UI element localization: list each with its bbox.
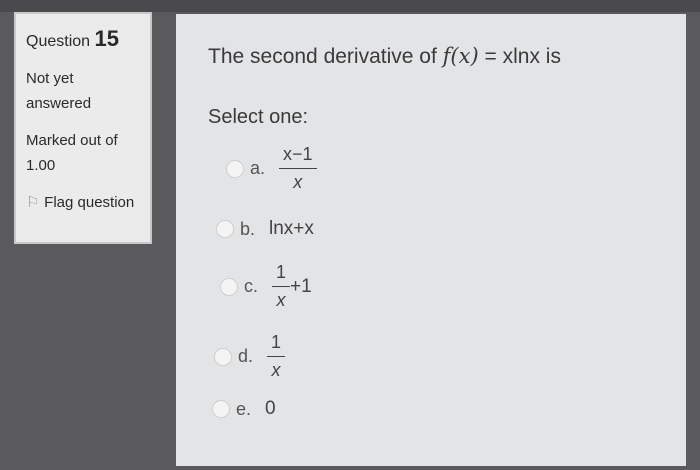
question-function: f(x) bbox=[442, 44, 479, 68]
question-text: The second derivative of f(x) = xlnx is bbox=[208, 44, 561, 69]
option-a-denominator: x bbox=[293, 172, 303, 192]
question-prefix: The second derivative of bbox=[208, 45, 437, 68]
option-d-fraction: 1 x bbox=[267, 332, 286, 381]
flag-label: Flag question bbox=[44, 194, 135, 211]
top-strip bbox=[0, 0, 700, 12]
flag-icon: ⚐ bbox=[26, 194, 40, 211]
question-content: The second derivative of f(x) = xlnx is … bbox=[176, 14, 686, 466]
option-a-fraction: x−1 x bbox=[279, 144, 317, 193]
question-info-panel: Question 15 Not yet answered Marked out … bbox=[14, 12, 152, 244]
flag-question-button[interactable]: ⚐ Flag question bbox=[26, 190, 140, 215]
option-c[interactable]: c. 1 x +1 bbox=[220, 262, 312, 311]
option-c-radio[interactable] bbox=[220, 277, 238, 296]
option-a[interactable]: a. x−1 x bbox=[226, 144, 317, 193]
question-equation: = xlnx is bbox=[484, 45, 561, 68]
option-a-numerator: x−1 bbox=[279, 144, 317, 169]
option-e-letter: e. bbox=[236, 398, 252, 419]
option-b-letter: b. bbox=[240, 218, 256, 239]
option-a-radio[interactable] bbox=[226, 159, 244, 178]
select-one-label: Select one: bbox=[208, 106, 309, 128]
option-e[interactable]: e. 0 bbox=[212, 398, 276, 420]
marked-label: Marked out of bbox=[26, 132, 118, 149]
option-d-denominator: x bbox=[271, 360, 281, 380]
option-a-letter: a. bbox=[250, 158, 266, 178]
option-d-letter: d. bbox=[238, 346, 254, 366]
option-c-fraction: 1 x bbox=[272, 262, 291, 311]
option-e-expression: 0 bbox=[265, 398, 276, 419]
option-d-radio[interactable] bbox=[214, 347, 232, 366]
option-b-radio[interactable] bbox=[216, 220, 234, 238]
marked-value: 1.00 bbox=[26, 157, 56, 174]
option-b-expression: lnx+x bbox=[269, 218, 314, 239]
question-heading: Question 15 bbox=[26, 26, 140, 52]
question-number: 15 bbox=[94, 26, 119, 51]
option-c-denominator: x bbox=[276, 290, 286, 310]
option-d[interactable]: d. 1 x bbox=[214, 332, 286, 381]
question-status: Not yet answered bbox=[26, 70, 92, 112]
marked-out-of: Marked out of 1.00 bbox=[26, 128, 140, 178]
option-d-numerator: 1 bbox=[267, 332, 286, 357]
option-c-numerator: 1 bbox=[272, 262, 291, 287]
option-c-suffix: +1 bbox=[290, 275, 312, 297]
option-c-letter: c. bbox=[244, 276, 259, 296]
option-e-radio[interactable] bbox=[212, 400, 230, 418]
option-b[interactable]: b. lnx+x bbox=[216, 218, 314, 240]
question-label: Question bbox=[26, 33, 91, 50]
